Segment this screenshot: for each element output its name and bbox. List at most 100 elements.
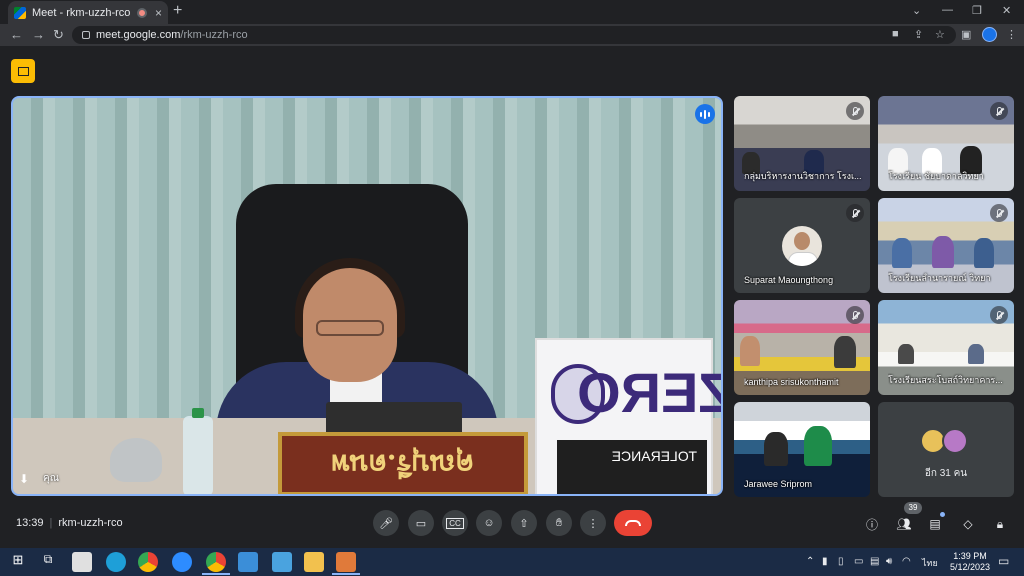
main-speaker-video[interactable]: คุณบุรี.ดนพ ZERO TOLERANCE ⬇ คุณ xyxy=(11,96,723,496)
host-controls-button[interactable] xyxy=(11,59,35,83)
microphone-button[interactable]: 🎤︎ xyxy=(373,510,399,536)
participant-tile[interactable]: Jarawee Sriprom xyxy=(734,402,870,497)
url-path: /rkm-uzzh-rco xyxy=(180,29,248,41)
microphone-icon: 🎤︎ xyxy=(379,517,393,530)
lock-icon xyxy=(82,31,90,39)
chrome-profile-icon[interactable] xyxy=(206,552,226,572)
more-participants-label: อีก 31 คน xyxy=(924,468,968,479)
close-tab-icon[interactable]: × xyxy=(155,6,162,20)
network-icon[interactable]: ▤ xyxy=(870,556,879,567)
tray-expand-icon[interactable]: ⌃ xyxy=(806,556,814,567)
leave-call-button[interactable] xyxy=(614,510,652,536)
present-screen-icon: ⇧ xyxy=(519,517,529,530)
file-explorer-icon[interactable] xyxy=(304,552,324,572)
emoji-icon: ☺ xyxy=(483,517,495,529)
activities-button[interactable]: ◇ xyxy=(958,514,978,534)
notepad-icon[interactable] xyxy=(272,552,292,572)
camera-in-use-icon[interactable]: ■ xyxy=(892,28,899,40)
wifi-icon[interactable]: ◠ xyxy=(902,556,911,567)
close-window-button[interactable]: ✕ xyxy=(1002,4,1011,17)
participant-figure xyxy=(974,238,994,268)
new-tab-button[interactable]: + xyxy=(173,2,182,20)
profile-avatar[interactable] xyxy=(982,27,997,42)
task-view-icon[interactable]: ⧉ xyxy=(38,552,58,572)
speaker-glasses xyxy=(316,320,384,336)
reactions-button[interactable]: ☺ xyxy=(476,510,502,536)
participant-figure xyxy=(764,432,788,466)
mic-off-icon xyxy=(990,102,1008,120)
participant-figure xyxy=(834,336,856,368)
chat-button[interactable]: ▤ xyxy=(925,514,945,534)
share-icon[interactable]: ⇪ xyxy=(914,28,923,41)
participant-tile[interactable]: โรงเรียนสระโบสถ์วิทยาคาร... xyxy=(878,300,1014,395)
input-language[interactable]: ไทย xyxy=(922,556,938,570)
present-button[interactable]: ⇧ xyxy=(511,510,537,536)
participant-tile[interactable]: โรงเรียน ชัยบาดาลวิทยา xyxy=(878,96,1014,191)
captions-button[interactable]: CC xyxy=(442,510,468,536)
participant-figure xyxy=(892,238,912,268)
speaking-indicator-icon xyxy=(695,104,715,124)
tray-icon[interactable]: ▯ xyxy=(838,556,844,567)
participant-name: Jarawee Sriprom xyxy=(744,479,813,489)
poster-zero-text: ZERO xyxy=(577,361,723,424)
bookmark-star-icon[interactable]: ☆ xyxy=(935,28,945,41)
activities-icon: ◇ xyxy=(963,517,973,531)
minimize-button[interactable]: — xyxy=(942,4,953,16)
forward-icon[interactable]: → xyxy=(32,27,45,42)
people-count-badge: 39 xyxy=(904,502,922,514)
maximize-button[interactable]: ❐ xyxy=(972,4,982,17)
mic-off-icon xyxy=(846,306,864,324)
participant-tile[interactable]: โรงเรียนลำนารายณ์ วิทยา xyxy=(878,198,1014,293)
participant-avatar xyxy=(942,428,968,454)
host-controls-lock-button[interactable]: 🔒︎ xyxy=(990,514,1010,534)
active-app-indicator xyxy=(202,573,230,575)
raise-hand-button[interactable]: ✋︎ xyxy=(546,510,572,536)
image-viewer-icon[interactable] xyxy=(238,552,258,572)
more-options-button[interactable]: ⋮ xyxy=(580,510,606,536)
participant-figure xyxy=(932,236,954,268)
browser-menu-icon[interactable]: ⋮ xyxy=(1006,28,1017,41)
tab-title: Meet - rkm-uzzh-rco xyxy=(32,6,131,19)
more-participants-tile[interactable]: อีก 31 คน xyxy=(878,402,1014,497)
separator: | xyxy=(49,517,53,529)
zoom-icon[interactable] xyxy=(172,552,192,572)
back-icon[interactable]: ← xyxy=(10,27,23,42)
participant-name: กลุ่มบริหารงานวิชาการ โรงเ... xyxy=(744,171,862,181)
tray-icon[interactable]: ▮ xyxy=(822,556,828,567)
edge-browser-icon[interactable] xyxy=(106,552,126,572)
participant-tile[interactable]: Suparat Maoungthong xyxy=(734,198,870,293)
app-icon[interactable] xyxy=(336,552,356,572)
people-button[interactable]: 👥︎ xyxy=(894,514,914,534)
meet-favicon-icon xyxy=(14,6,26,19)
participant-tile[interactable]: kanthipa srisukonthamit xyxy=(734,300,870,395)
volume-icon[interactable]: 🔊︎ xyxy=(886,556,892,567)
participant-name: โรงเรียน ชัยบาดาลวิทยา xyxy=(888,171,984,181)
participant-avatar xyxy=(782,226,822,266)
participant-tile[interactable]: กลุ่มบริหารงานวิชาการ โรงเ... xyxy=(734,96,870,191)
more-vert-icon: ⋮ xyxy=(587,517,599,530)
camera-button[interactable]: ▭ xyxy=(408,510,434,536)
chrome-icon[interactable] xyxy=(138,552,158,572)
reload-icon[interactable]: ↻ xyxy=(53,27,64,43)
meeting-details-button[interactable]: ⓘ xyxy=(862,514,882,534)
tab-meet[interactable]: Meet - rkm-uzzh-rco × xyxy=(8,1,168,24)
participant-figure xyxy=(968,344,984,364)
photos-app-icon[interactable] xyxy=(72,552,92,572)
url-field[interactable]: meet.google.com /rkm-uzzh-rco xyxy=(72,26,956,44)
participant-name: Suparat Maoungthong xyxy=(744,275,834,285)
speaker-name-label: คุณ xyxy=(43,473,59,484)
pin-icon[interactable]: ⬇ xyxy=(19,472,29,486)
end-call-icon xyxy=(625,520,641,526)
tab-search-icon[interactable]: ⌄ xyxy=(912,4,921,17)
poster-tolerance-banner: TOLERANCE xyxy=(557,440,707,494)
taskbar-clock[interactable]: 1:39 PM 5/12/2023 xyxy=(950,551,990,573)
tray-icon[interactable]: ▭ xyxy=(854,556,863,567)
more-participants-avatars xyxy=(920,428,968,454)
lock-person-icon: 🔒︎ xyxy=(996,516,1004,531)
notifications-icon[interactable]: ▭ xyxy=(998,554,1009,568)
windows-start-icon[interactable]: ⊞ xyxy=(8,552,28,572)
side-panel-icon[interactable]: ▣ xyxy=(961,28,971,41)
poster-tolerance-text: TOLERANCE xyxy=(611,448,697,464)
captions-icon: CC xyxy=(446,517,464,529)
nameplate-text: คุณบุรี.ดนพ xyxy=(331,448,475,481)
